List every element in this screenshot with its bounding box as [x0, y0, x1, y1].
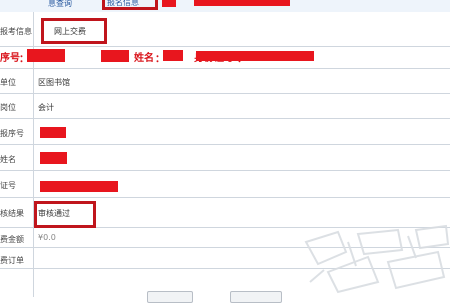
- seq-redaction: [27, 49, 65, 62]
- unit-label: 单位: [0, 78, 16, 87]
- row-divider: [0, 197, 450, 198]
- header-redaction: [194, 0, 290, 6]
- bottom-button-right[interactable]: [230, 291, 282, 303]
- seq-inline-label: 序号: [0, 53, 20, 64]
- row-divider: [0, 144, 450, 145]
- amount-value: ¥0.0: [38, 233, 56, 242]
- row-divider: [0, 118, 450, 119]
- seq-value-redaction: [40, 127, 66, 138]
- row-divider: [0, 68, 450, 69]
- name-inline-label: 姓名: [134, 53, 154, 64]
- name-value-redaction: [40, 152, 67, 164]
- exam-info-label: 报考信息: [0, 27, 32, 36]
- idcard-redaction: [196, 51, 314, 61]
- header-tab-text[interactable]: 息查询: [48, 0, 72, 9]
- name-label: 姓名: [0, 155, 16, 164]
- header-tab-active[interactable]: 报名信息: [107, 0, 139, 8]
- header-redaction: [162, 0, 176, 7]
- result-value: 审核通过: [38, 209, 70, 218]
- name-redaction: [101, 50, 129, 62]
- result-label: 核结果: [0, 209, 24, 218]
- name-redaction-2: [163, 50, 183, 61]
- idcard-label: 证号: [0, 181, 16, 190]
- exam-info-value[interactable]: 网上交费: [54, 26, 86, 37]
- unit-value: 区图书馆: [38, 78, 70, 87]
- position-value: 会计: [38, 103, 54, 112]
- order-label: 费订单: [0, 256, 24, 265]
- row-divider: [0, 46, 450, 47]
- amount-label: 费金额: [0, 235, 24, 244]
- bottom-button-left[interactable]: [147, 291, 193, 303]
- watermark-logo: [304, 224, 450, 294]
- row-divider: [0, 170, 450, 171]
- seq-label: 报序号: [0, 129, 24, 138]
- idcard-value-redaction: [40, 181, 118, 192]
- position-label: 岗位: [0, 103, 16, 112]
- row-divider: [0, 93, 450, 94]
